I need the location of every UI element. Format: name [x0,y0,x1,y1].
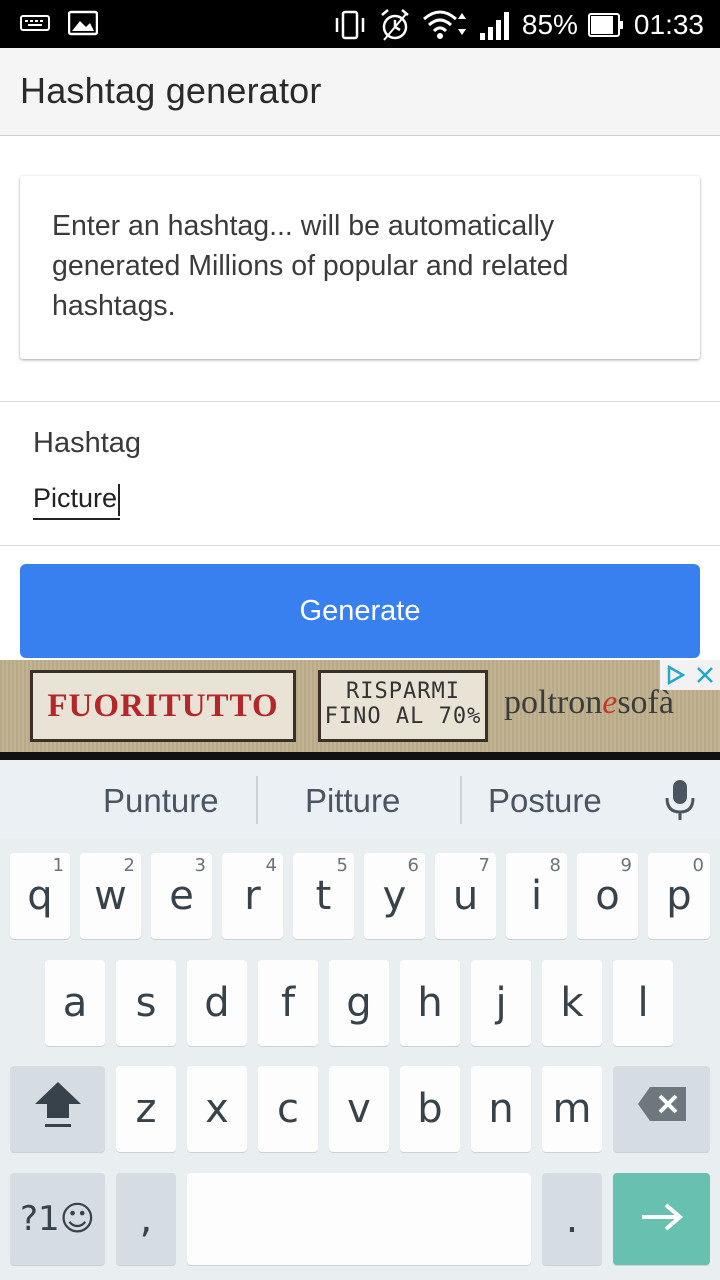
clock: 01:33 [633,9,704,40]
key-x[interactable]: x [187,1066,247,1152]
key-u[interactable]: u7 [435,853,496,939]
hashtag-label: Hashtag [33,427,142,459]
info-text: Enter an hashtag... will be automaticall… [52,210,569,322]
close-ad-icon[interactable] [690,660,720,690]
key-j[interactable]: j [471,960,531,1046]
hashtag-input-value: Picture [33,483,118,513]
ad-discount-box: RISPARMI FINO AL 70% [318,670,488,742]
signal-icon [478,9,512,41]
key-n[interactable]: n [471,1066,531,1152]
key-b[interactable]: b [400,1066,460,1152]
symbols-key[interactable]: ?1☺ [10,1173,105,1265]
key-k[interactable]: k [542,960,602,1046]
ad-banner[interactable]: FUORITUTTO RISPARMI FINO AL 70% poltrone… [0,660,720,752]
key-d[interactable]: d [187,960,247,1046]
key-y[interactable]: y6 [364,853,425,939]
status-bar: 85% 01:33 [0,0,720,48]
key-v[interactable]: v [329,1066,389,1152]
hashtag-input[interactable]: Picture [33,482,121,520]
key-w[interactable]: w2 [80,853,141,939]
comma-key[interactable]: , [116,1173,176,1265]
text-caret [118,483,121,516]
key-p[interactable]: p0 [648,853,710,939]
info-card: Enter an hashtag... will be automaticall… [20,176,700,359]
arrow-right-icon [640,1196,684,1242]
period-key[interactable]: . [542,1173,602,1265]
key-s[interactable]: s [116,960,176,1046]
key-r[interactable]: r4 [222,853,283,939]
key-o[interactable]: o9 [577,853,638,939]
ad-discount-line2: FINO AL 70% [324,704,482,729]
suggestion-3[interactable]: Posture [488,782,602,820]
generate-button[interactable]: Generate [20,564,700,658]
key-t[interactable]: t5 [293,853,354,939]
microphone-icon[interactable] [662,778,698,827]
key-a[interactable]: a [45,960,105,1046]
shift-key[interactable] [10,1066,105,1152]
key-e[interactable]: e3 [151,853,212,939]
backspace-key[interactable] [613,1066,710,1152]
suggestion-divider [460,776,462,824]
ad-fuorituto-box: FUORITUTTO [30,670,296,742]
backspace-icon [636,1085,688,1133]
key-m[interactable]: m [542,1066,602,1152]
ad-discount-line1: RISPARMI [346,679,460,704]
wifi-icon [422,9,468,41]
ad-brand-logo: poltronesofà [504,684,674,721]
hashtag-field[interactable]: Hashtag Picture [0,401,720,546]
battery-percentage: 85% [521,9,578,40]
suggestion-bar: Punture Pitture Posture [0,760,720,838]
soft-keyboard: Punture Pitture Posture q1 w2 e3 r4 t5 y… [0,760,720,1280]
battery-icon [587,11,624,39]
key-g[interactable]: g [329,960,389,1046]
key-l[interactable]: l [613,960,673,1046]
page-title: Hashtag generator [20,70,322,111]
ad-divider [0,752,720,760]
key-i[interactable]: i8 [506,853,567,939]
alarm-icon [378,8,412,42]
suggestion-2[interactable]: Pitture [305,782,400,820]
enter-key[interactable] [613,1173,710,1265]
suggestion-divider [256,776,258,824]
shift-icon [33,1078,83,1140]
key-c[interactable]: c [258,1066,318,1152]
key-q[interactable]: q1 [10,853,70,939]
key-f[interactable]: f [258,960,318,1046]
ad-fuorituto-text: FUORITUTTO [47,687,279,724]
app-bar: Hashtag generator [0,48,720,136]
image-icon [68,10,98,36]
vibrate-icon [332,9,368,41]
key-z[interactable]: z [116,1066,176,1152]
key-h[interactable]: h [400,960,460,1046]
adchoices-icon[interactable] [660,660,690,690]
space-key[interactable] [187,1173,531,1265]
keyboard-icon [20,12,50,34]
suggestion-1[interactable]: Punture [103,782,219,820]
